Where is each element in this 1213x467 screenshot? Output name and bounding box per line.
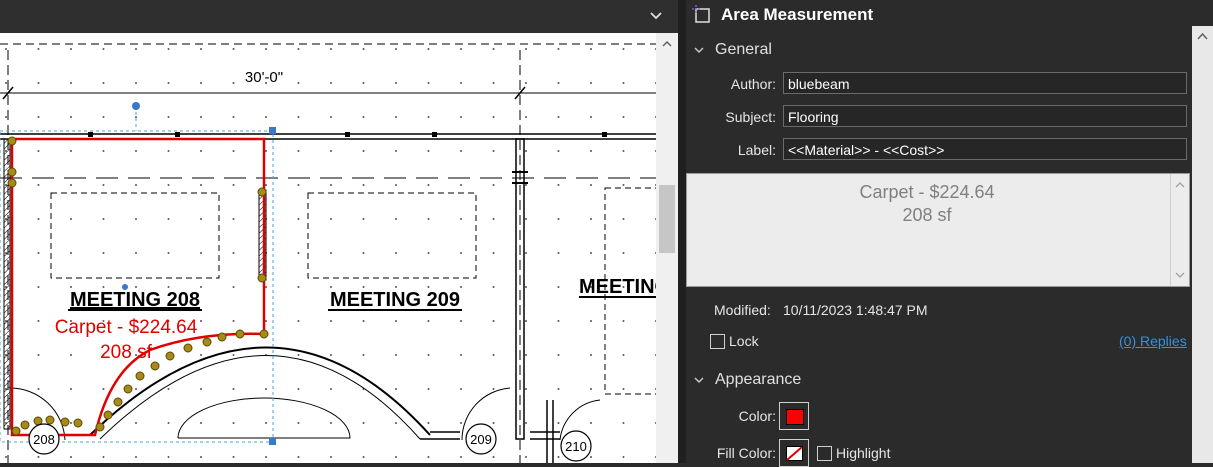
subject-label: Subject: [725,109,776,125]
label-preview-textarea[interactable]: Carpet - $224.64 208 sf [686,173,1190,287]
room-label-210: MEETING [579,276,656,298]
chevron-up-icon[interactable] [1196,30,1209,43]
chevron-down-icon[interactable] [693,44,705,56]
room-tag-210: 210 [565,439,587,454]
canvas-scrollbar-thumb[interactable] [659,185,675,253]
label-input[interactable]: <<Material>> - <<Cost>> [783,138,1187,160]
author-input[interactable]: bluebeam [783,72,1187,94]
document-tab-bar [0,0,678,33]
no-fill-icon [786,446,803,461]
floor-plan-drawing[interactable]: 30'-0" MEETING 208 MEETING 209 MEETIN Ca… [0,33,656,463]
replies-link[interactable]: (0) Replies [1119,333,1187,349]
drawing-canvas[interactable]: 30'-0" MEETING 208 MEETING 209 MEETIN Ca… [0,33,678,463]
preview-scrollbar[interactable] [1170,174,1189,286]
chevron-down-icon[interactable] [1174,269,1186,281]
section-general-heading[interactable]: General [715,41,772,59]
area-measurement-icon [692,5,710,23]
panel-splitter[interactable] [678,0,686,463]
modified-value: 10/11/2023 1:48:47 PM [783,302,928,318]
color-label: Color: [738,408,776,424]
room-label-209: MEETING 209 [330,289,460,311]
dimension-label: 30'-0" [245,69,283,86]
room-label-208: MEETING 208 [70,289,200,311]
canvas-vertical-scrollbar[interactable] [656,33,678,463]
section-appearance-heading[interactable]: Appearance [715,371,801,389]
panel-title: Area Measurement [721,5,874,24]
chevron-up-icon[interactable] [660,37,674,51]
markup-label-line2: 208 sf [100,342,152,363]
subject-input[interactable]: Flooring [783,105,1187,127]
chevron-up-icon[interactable] [1174,179,1186,191]
preview-line1: Carpet - $224.64 [859,182,995,202]
properties-panel: Area Measurement General Author: bluebea… [686,0,1213,467]
color-swatch [786,409,804,425]
fill-color-label: Fill Color: [716,445,776,461]
lock-label[interactable]: Lock [729,333,759,349]
highlight-label[interactable]: Highlight [836,445,890,461]
room-tag-208: 208 [33,432,55,447]
preview-line2: 208 sf [902,205,952,225]
author-label: Author: [730,76,776,92]
room-tag-209: 209 [470,432,492,447]
highlight-checkbox[interactable] [817,446,832,461]
markup-label-line1: Carpet - $224.64 [55,317,198,338]
color-picker-button[interactable] [779,402,809,430]
lock-checkbox[interactable] [710,334,725,349]
label-label: Label: [737,142,776,158]
panel-vertical-scrollbar[interactable] [1192,26,1213,463]
chevron-down-icon[interactable] [693,374,705,386]
chevron-down-icon[interactable] [648,8,664,24]
modified-label: Modified: [714,302,771,318]
